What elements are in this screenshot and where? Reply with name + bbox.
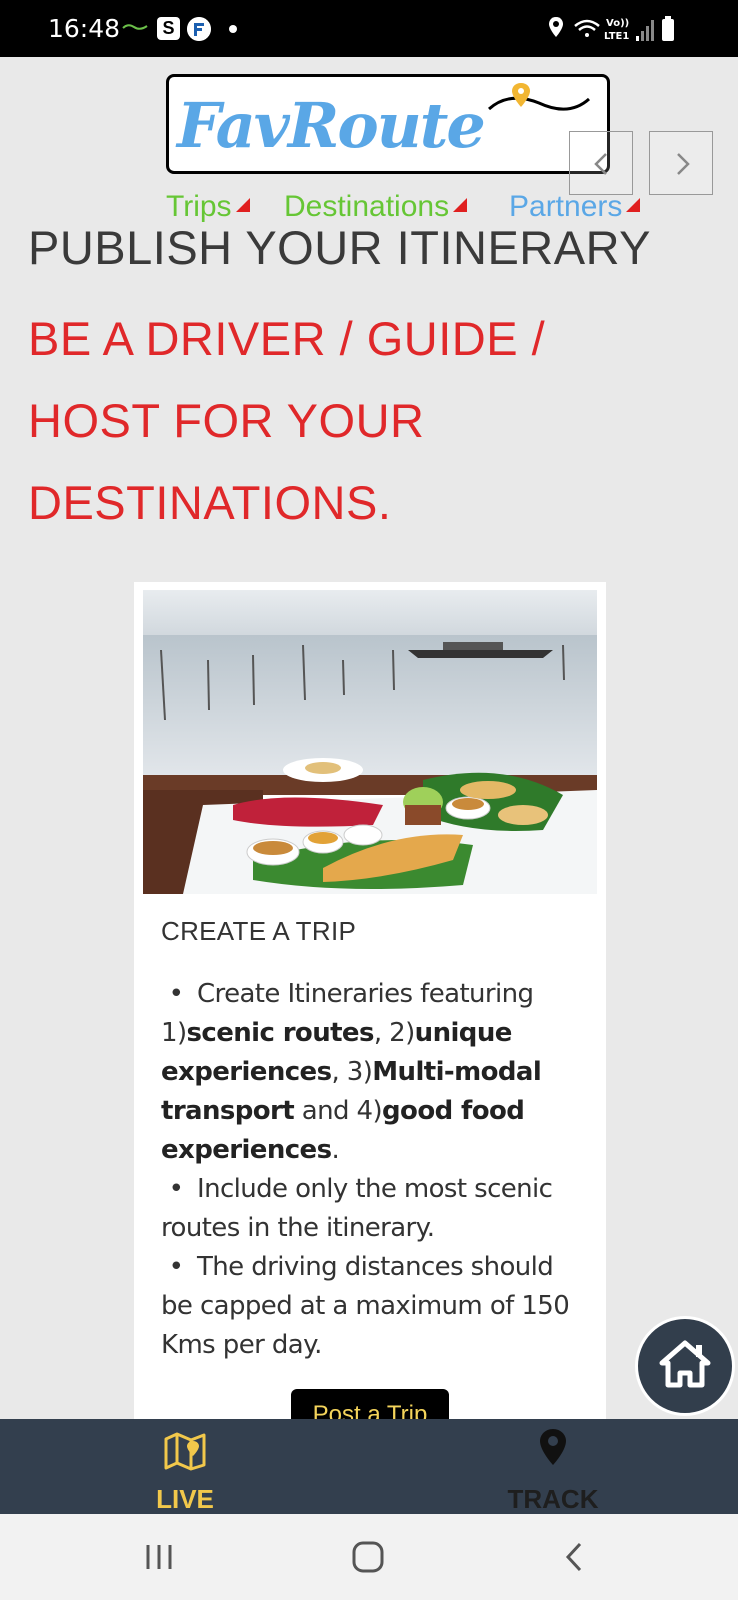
list-item: • Include only the most scenic routes in …	[161, 1170, 591, 1248]
plate-left	[283, 758, 363, 782]
card-title: CREATE A TRIP	[161, 916, 357, 946]
back-icon	[565, 1542, 582, 1572]
location-pin-icon	[540, 1429, 566, 1465]
status-time: 16:48	[48, 14, 121, 43]
wifi-icon	[574, 19, 600, 37]
subhead-line: BE A DRIVER / GUIDE /	[28, 312, 546, 365]
page-subheadline: BE A DRIVER / GUIDE / HOST FOR YOUR DEST…	[28, 298, 545, 544]
system-navigation-bar	[0, 1514, 738, 1600]
carousel-prev-button[interactable]	[569, 131, 633, 195]
tab-live-label: LIVE	[156, 1484, 214, 1514]
chevron-left-icon	[594, 153, 607, 175]
create-trip-card: CREATE A TRIP • Create Itineraries featur…	[134, 582, 606, 1429]
dropdown-triangle-icon	[453, 198, 468, 212]
recent-apps-icon	[146, 1545, 172, 1569]
bullet-icon: •	[161, 979, 184, 1009]
nav-trips-label: Trips	[166, 190, 232, 223]
list-item: • The driving distances should be capped …	[161, 1248, 591, 1365]
nav-destinations-label: Destinations	[284, 190, 450, 223]
s-app-icon: S	[157, 17, 180, 40]
dropdown-triangle-icon	[235, 198, 250, 212]
location-icon	[549, 17, 563, 37]
chevron-right-icon	[677, 153, 690, 175]
home-nav-icon	[352, 1541, 384, 1573]
home-fab-button[interactable]	[635, 1316, 735, 1416]
subhead-line: DESTINATIONS.	[28, 476, 392, 529]
backwaters-food-photo	[143, 590, 597, 894]
subhead-line: HOST FOR YOUR	[28, 394, 425, 447]
nav-partners-label: Partners	[509, 190, 623, 223]
home-icon	[659, 1340, 711, 1388]
svg-text:FavRoute: FavRoute	[175, 89, 484, 162]
system-status-icons: Vo)) LTE1	[549, 16, 674, 42]
battery-icon	[662, 16, 674, 41]
map-icon	[164, 1432, 206, 1471]
tab-track[interactable]: TRACK	[453, 1419, 653, 1514]
bullet-icon: •	[161, 1174, 184, 1204]
bottom-tab-bar: LIVE TRACK	[0, 1419, 738, 1514]
status-bar: 16:48 S Vo)) LTE1	[0, 0, 738, 57]
svg-text:LTE1: LTE1	[604, 31, 629, 42]
favroute-mini-icon	[122, 24, 148, 30]
tab-live[interactable]: LIVE	[85, 1419, 285, 1514]
volte-icon: Vo))	[606, 18, 629, 29]
carousel-next-button[interactable]	[649, 131, 713, 195]
card-image	[143, 590, 597, 894]
nav-destinations[interactable]: Destinations	[284, 190, 468, 224]
more-notifications-dot	[229, 25, 237, 33]
nav-partners[interactable]: Partners	[509, 190, 641, 224]
logo-graphic: FavRoute	[175, 83, 591, 162]
page-headline: PUBLISH YOUR ITINERARY	[28, 221, 652, 274]
signal-icon	[636, 20, 654, 41]
dropdown-triangle-icon	[626, 198, 641, 212]
f-app-icon	[187, 17, 211, 41]
bullet-icon: •	[161, 1252, 184, 1282]
card-description: • Create Itineraries featuring 1)scenic r…	[161, 975, 591, 1365]
map-pin-logo-icon	[512, 83, 530, 107]
nav-trips[interactable]: Trips	[166, 190, 250, 224]
favroute-logo[interactable]: FavRoute	[166, 74, 610, 174]
list-item: • Create Itineraries featuring 1)scenic r…	[161, 975, 591, 1170]
tab-track-label: TRACK	[507, 1484, 599, 1514]
